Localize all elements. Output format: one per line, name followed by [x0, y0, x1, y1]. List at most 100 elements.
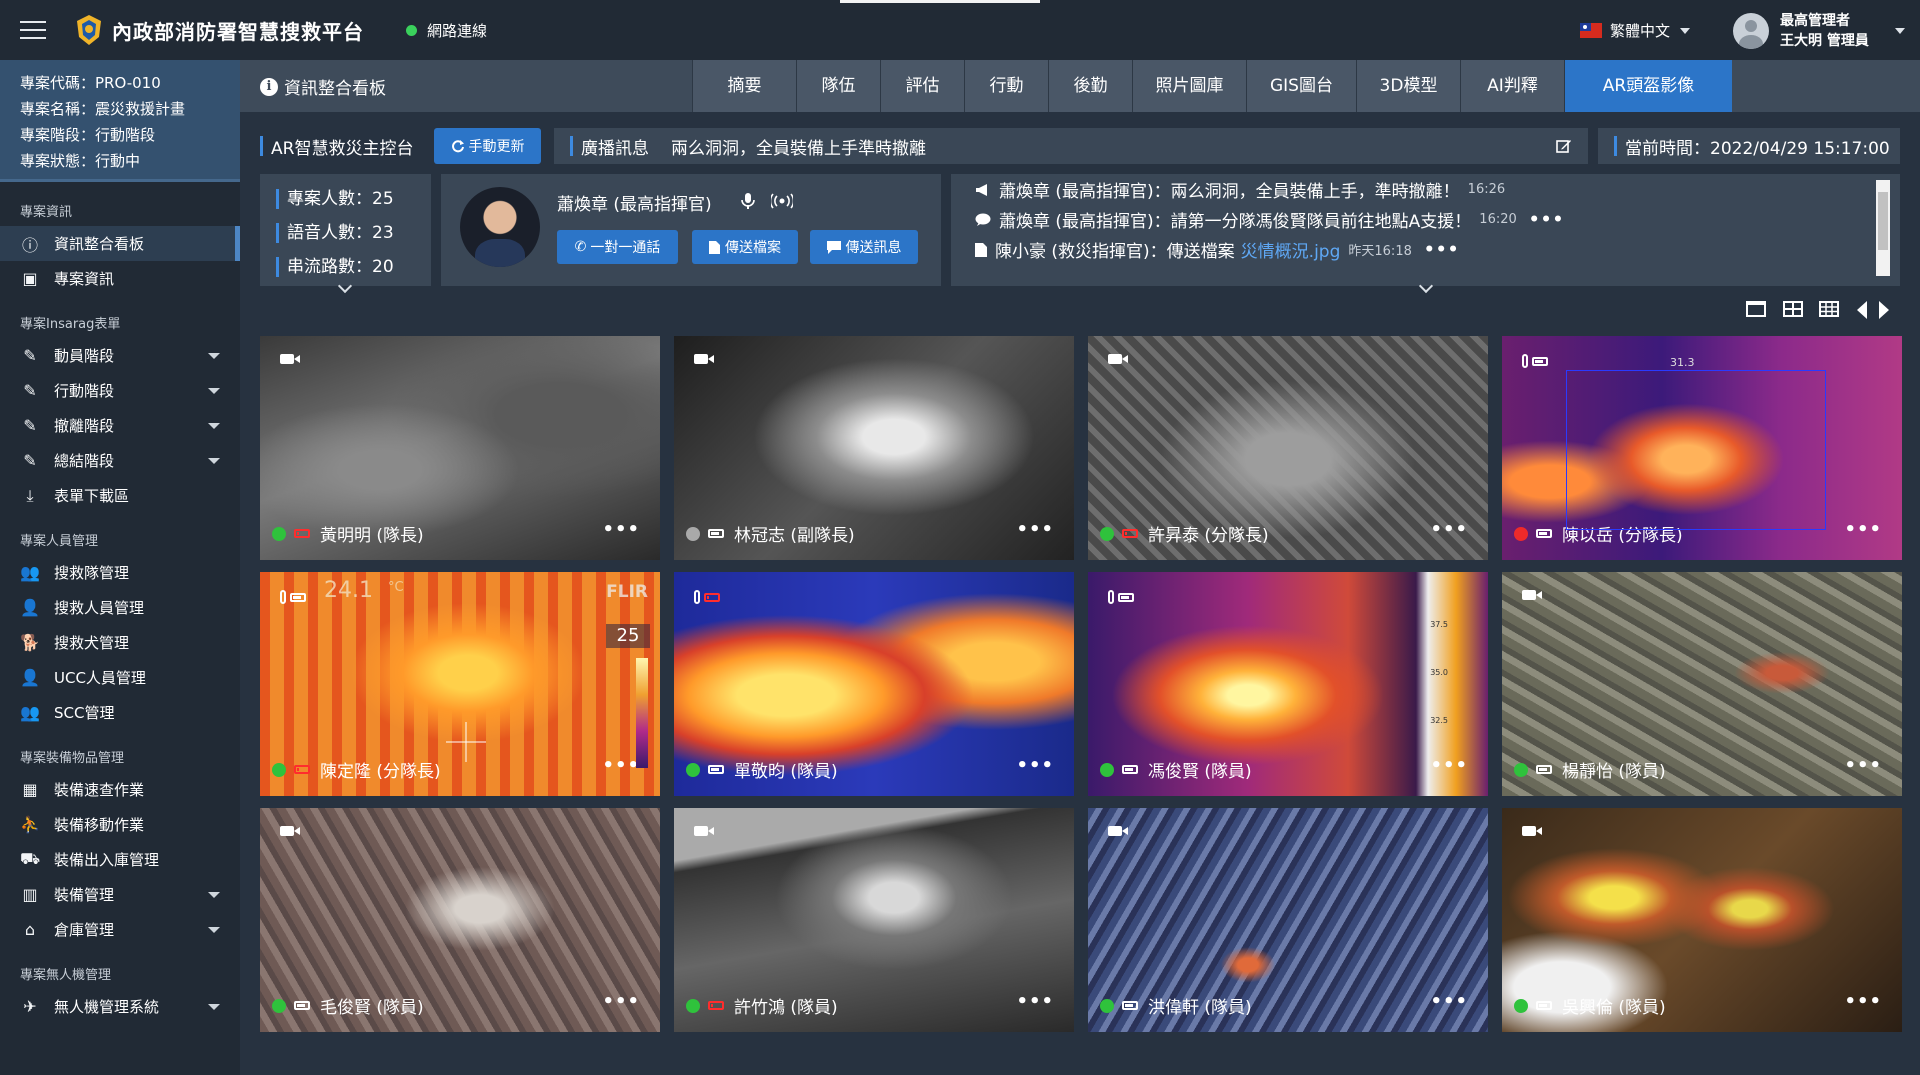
more-options-icon[interactable]: ••• [1016, 991, 1054, 1012]
previous-page-icon[interactable] [1857, 301, 1867, 319]
message-file-link[interactable]: 災情概況.jpg [1241, 237, 1341, 262]
info-circle-icon: i [260, 77, 278, 96]
more-options-icon[interactable]: ••• [1844, 755, 1882, 776]
chevron-down-icon [208, 388, 220, 394]
single-view-icon[interactable] [1746, 301, 1766, 317]
member-name: 黃明明 (隊長) [320, 526, 424, 546]
scrollbar-thumb[interactable] [1878, 192, 1888, 250]
video-camera-icon [694, 826, 714, 836]
video-tile[interactable]: 陳定隆 (分隊長) ••• 24.1 °C FLIR 25 [260, 572, 660, 796]
more-options-icon[interactable]: ••• [1844, 519, 1882, 540]
more-options-icon[interactable]: ••• [602, 755, 640, 776]
sidebar-item[interactable]: ⤓ 表單下載區 [0, 478, 240, 513]
tab-item[interactable]: 評估 [880, 60, 964, 112]
send-message-label: 傳送訊息 [845, 240, 902, 256]
tab-item[interactable]: 隊伍 [796, 60, 880, 112]
tab-item[interactable]: 行動 [964, 60, 1048, 112]
more-options-icon[interactable]: ••• [1016, 519, 1054, 540]
sidebar-item[interactable]: ✈ 無人機管理系統 [0, 989, 240, 1024]
sidebar-item[interactable]: ⛹ 裝備移動作業 [0, 807, 240, 842]
member-name: 許昇泰 (分隊長) [1148, 526, 1269, 546]
video-tile[interactable]: 馮俊賢 (隊員) ••• 37.5 35.0 32.5 [1088, 572, 1488, 796]
more-options-icon[interactable]: ••• [1430, 519, 1468, 540]
video-tile[interactable]: 毛俊賢 (隊員) ••• [260, 808, 660, 1032]
user-menu[interactable]: 最高管理者 王大明 管理員 [1733, 11, 1905, 51]
project-name: 專案名稱：震災救援計畫 [20, 100, 186, 118]
sidebar-item[interactable]: ⛟ 裝備出入庫管理 [0, 842, 240, 877]
sidebar-item[interactable]: ⓘ 資訊整合看板 [0, 226, 240, 261]
sidebar-item[interactable]: ✎ 總結階段 [0, 443, 240, 478]
fire-agency-logo-icon [77, 15, 101, 45]
tab-item[interactable]: AR頭盔影像 [1564, 60, 1732, 112]
grid-3x3-view-icon[interactable] [1819, 301, 1839, 317]
tab-item[interactable]: 摘要 [692, 60, 796, 112]
broadcast-signal-icon[interactable] [771, 193, 793, 209]
send-file-button[interactable]: 傳送檔案 [692, 230, 798, 264]
language-selector[interactable]: 繁體中文 [1580, 20, 1691, 41]
video-tile[interactable]: 吳興倫 (隊員) ••• [1502, 808, 1902, 1032]
tab-item[interactable]: 3D模型 [1356, 60, 1460, 112]
sidebar-item[interactable]: 👥 搜救隊管理 [0, 555, 240, 590]
sidebar-item[interactable]: 👤 搜救人員管理 [0, 590, 240, 625]
edit-icon[interactable] [1556, 138, 1572, 154]
video-tile[interactable]: 陳以岳 (分隊長) ••• 31.3 [1502, 336, 1902, 560]
video-tile[interactable]: 許竹鴻 (隊員) ••• [674, 808, 1074, 1032]
menu-icon[interactable] [20, 21, 46, 39]
sidebar-item[interactable]: ▣ 專案資訊 [0, 261, 240, 296]
sidebar-item[interactable]: ✎ 撤離階段 [0, 408, 240, 443]
more-options-icon[interactable]: ••• [1844, 991, 1882, 1012]
camera-indicator [1108, 826, 1128, 836]
tab-item[interactable]: 後勤 [1048, 60, 1132, 112]
more-options-icon[interactable]: ••• [602, 991, 640, 1012]
grid-2x2-view-icon[interactable] [1783, 301, 1803, 317]
next-page-icon[interactable] [1879, 301, 1889, 319]
more-options-icon[interactable]: ••• [1424, 240, 1460, 260]
sidebar-item[interactable]: ▥ 裝備管理 [0, 877, 240, 912]
sidebar-item-label: 動員階段 [54, 347, 115, 365]
sidebar-item[interactable]: ✎ 動員階段 [0, 338, 240, 373]
sidebar-item[interactable]: 👥 SCC管理 [0, 695, 240, 730]
battery-icon [1536, 529, 1552, 538]
chevron-down-icon [1894, 28, 1905, 34]
more-options-icon[interactable]: ••• [1430, 991, 1468, 1012]
tab-item[interactable]: GIS圖台 [1246, 60, 1356, 112]
sidebar-item[interactable]: ✎ 行動階段 [0, 373, 240, 408]
sidebar-item[interactable]: 🐕 搜救犬管理 [0, 625, 240, 660]
battery-icon [294, 529, 310, 538]
one-to-one-call-button[interactable]: ✆ 一對一通話 [557, 230, 678, 264]
manual-refresh-button[interactable]: 手動更新 [434, 128, 541, 164]
sidebar-item[interactable]: ▦ 裝備速查作業 [0, 772, 240, 807]
comment-icon [826, 240, 841, 254]
project-stage: 專案階段：行動階段 [20, 126, 156, 144]
crosshair-icon [446, 722, 486, 762]
tab-item[interactable]: AI判釋 [1460, 60, 1564, 112]
console-title-box: AR智慧救災主控台 [260, 128, 430, 164]
message-time: 16:20 [1479, 212, 1517, 227]
file-icon [975, 242, 987, 257]
video-camera-icon [1108, 826, 1128, 836]
microphone-icon[interactable] [739, 192, 757, 210]
message-scrollbar[interactable] [1876, 180, 1890, 276]
video-tile[interactable]: 洪偉軒 (隊員) ••• [1088, 808, 1488, 1032]
more-options-icon[interactable]: ••• [602, 519, 640, 540]
send-message-button[interactable]: 傳送訊息 [810, 230, 918, 264]
sidebar-item[interactable]: 👤 UCC人員管理 [0, 660, 240, 695]
video-tile[interactable]: 楊靜怡 (隊員) ••• [1502, 572, 1902, 796]
more-options-icon[interactable]: ••• [1529, 210, 1565, 230]
more-options-icon[interactable]: ••• [1430, 755, 1468, 776]
video-tile[interactable]: 林冠志 (副隊長) ••• [674, 336, 1074, 560]
tile-footer: 單敬昀 (隊員) [686, 757, 838, 782]
sidebar: 專案代碼：PRO-010 專案名稱：震災救援計畫 專案階段：行動階段 專案狀態：… [0, 60, 240, 1075]
video-tile[interactable]: 黃明明 (隊長) ••• [260, 336, 660, 560]
broadcast-label: 廣播訊息 [570, 134, 649, 159]
top-bar: 內政部消防署智慧搜救平台 網路連線 繁體中文 最高管理者 王大明 管理員 [0, 0, 1920, 60]
tab-item[interactable]: 照片圖庫 [1132, 60, 1246, 112]
sidebar-section-title: 專案無人機管理 [20, 968, 112, 983]
message-text: 蕭煥章 (最高指揮官)：請第一分隊馮俊賢隊員前往地點A支援！ [999, 212, 1472, 232]
more-options-icon[interactable]: ••• [1016, 755, 1054, 776]
thermal-scale-tick: 35.0 [1430, 668, 1448, 677]
sidebar-item[interactable]: ⌂ 倉庫管理 [0, 912, 240, 947]
video-tile[interactable]: 單敬昀 (隊員) ••• [674, 572, 1074, 796]
info-circle-icon: ⓘ [21, 235, 38, 255]
video-tile[interactable]: 許昇泰 (分隊長) ••• [1088, 336, 1488, 560]
